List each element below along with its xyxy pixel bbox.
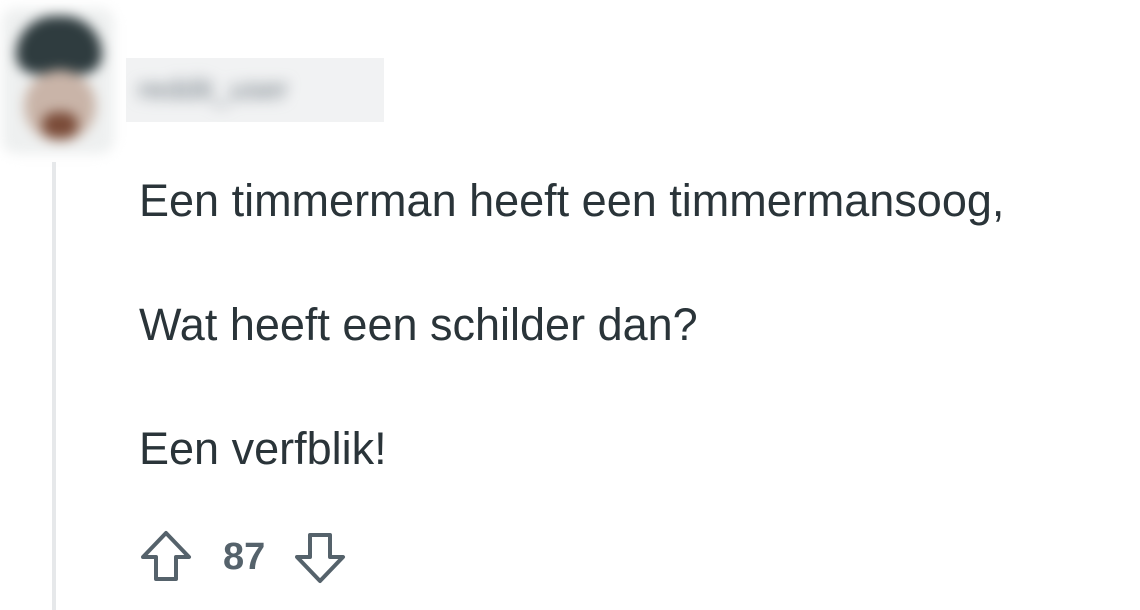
arrow-up-icon bbox=[141, 531, 191, 581]
vote-score: 87 bbox=[223, 536, 266, 578]
comment-paragraph-1: Een timmerman heeft een timmermansoog, bbox=[139, 175, 1005, 226]
username[interactable]: reddit_user bbox=[126, 58, 384, 122]
thread-line[interactable] bbox=[52, 162, 56, 610]
comment-paragraph-3: Een verfblik! bbox=[139, 423, 387, 474]
avatar-hair bbox=[16, 16, 102, 74]
comment: reddit_user Een timmerman heeft een timm… bbox=[0, 0, 1140, 610]
comment-paragraph-2: Wat heeft een schilder dan? bbox=[139, 299, 698, 350]
upvote-button[interactable] bbox=[139, 526, 193, 588]
vote-actions: 87 bbox=[139, 526, 347, 588]
username-text: reddit_user bbox=[138, 73, 289, 106]
comment-body: Een timmerman heeft een timmermansoog, W… bbox=[139, 170, 1134, 480]
downvote-button[interactable] bbox=[293, 526, 347, 588]
avatar-mouth bbox=[42, 112, 78, 138]
arrow-down-icon bbox=[295, 533, 345, 583]
avatar[interactable] bbox=[2, 8, 114, 154]
